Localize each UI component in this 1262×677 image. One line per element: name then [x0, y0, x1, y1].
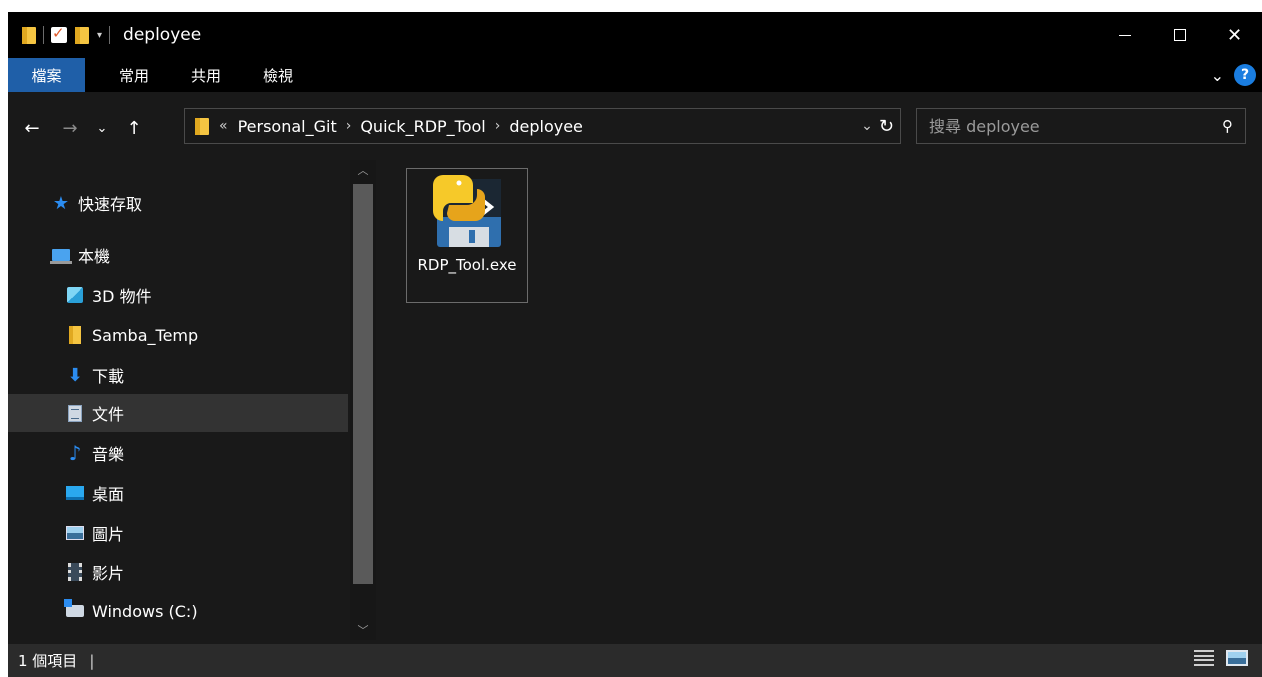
sidebar-item-music[interactable]: ♪ 音樂 — [8, 434, 348, 472]
folder-icon — [66, 326, 84, 344]
sidebar-item-label: 音樂 — [92, 445, 125, 464]
sidebar-item-documents[interactable]: 文件 — [8, 394, 348, 432]
videos-icon — [66, 563, 84, 581]
star-icon: ★ — [52, 192, 70, 214]
back-arrow-icon[interactable]: ← — [20, 118, 44, 139]
sidebar-item-label: 桌面 — [92, 485, 125, 504]
toolbar-divider — [109, 26, 111, 44]
search-icon[interactable]: ⚲ — [1222, 117, 1233, 135]
file-name: RDP_Tool.exe — [417, 256, 517, 274]
title-bar: ▾ deployee ✕ — [8, 12, 1262, 58]
new-folder-icon[interactable] — [75, 26, 89, 44]
sidebar-item-label: 3D 物件 — [92, 287, 152, 306]
breadcrumb-separator-icon[interactable]: › — [495, 118, 501, 134]
python-exe-icon — [433, 175, 501, 247]
breadcrumb-deployee[interactable]: deployee — [509, 117, 583, 136]
sidebar-item-downloads[interactable]: ⬇ 下載 — [8, 356, 348, 394]
refresh-icon[interactable]: ↻ — [879, 116, 894, 137]
search-input[interactable] — [929, 116, 1189, 136]
forward-arrow-icon[interactable]: → — [58, 118, 82, 139]
close-button[interactable]: ✕ — [1207, 12, 1262, 58]
maximize-button[interactable] — [1152, 12, 1207, 58]
address-history-chevron-icon[interactable]: ⌄ — [861, 118, 873, 134]
address-row: ← → ⌄ ↑ « Personal_Git › Quick_RDP_Tool … — [8, 108, 1262, 148]
sidebar-item-label: 影片 — [92, 564, 125, 583]
tab-share[interactable]: 共用 — [179, 58, 233, 92]
close-icon: ✕ — [1226, 24, 1243, 46]
download-icon: ⬇ — [67, 364, 83, 386]
tab-file[interactable]: 檔案 — [8, 58, 85, 92]
tab-view[interactable]: 檢視 — [251, 58, 305, 92]
minimize-button[interactable] — [1097, 12, 1152, 58]
search-box[interactable]: ⚲ — [916, 108, 1246, 144]
quick-access-toolbar: ▾ deployee — [8, 12, 201, 58]
address-actions: ⌄ ↻ — [861, 109, 894, 143]
breadcrumb-separator-icon[interactable]: › — [346, 118, 352, 134]
document-icon — [66, 404, 84, 422]
sidebar-item-pictures[interactable]: 圖片 — [8, 514, 348, 552]
sidebar-item-desktop[interactable]: 桌面 — [8, 474, 348, 512]
expand-ribbon-chevron-icon[interactable]: ⌄ — [1211, 66, 1224, 85]
folder-icon[interactable] — [22, 26, 36, 44]
address-bar[interactable]: « Personal_Git › Quick_RDP_Tool › deploy… — [184, 108, 901, 144]
customize-toolbar-dropdown-icon[interactable]: ▾ — [97, 30, 102, 41]
sidebar-item-this-pc[interactable]: 本機 — [8, 236, 348, 274]
window-title: deployee — [123, 25, 202, 45]
scroll-up-icon[interactable]: ︿ — [350, 162, 376, 178]
tab-home[interactable]: 常用 — [107, 58, 161, 92]
sidebar-item-label: 圖片 — [92, 525, 125, 544]
breadcrumb-quick-rdp-tool[interactable]: Quick_RDP_Tool — [360, 117, 485, 136]
window-controls: ✕ — [1097, 12, 1262, 58]
help-icon[interactable]: ? — [1234, 64, 1256, 86]
file-list-view: RDP_Tool.exe — [380, 160, 1262, 640]
status-separator: | — [89, 651, 95, 670]
explorer-window: ▾ deployee ✕ 檔案 常用 共用 檢視 ⌄ ? ← → ⌄ ↑ « P… — [8, 12, 1262, 677]
navigation-pane: ★ 快速存取 本機 3D 物件 Samba_Temp ⬇ 下載 文件 ♪ 音樂 — [8, 160, 348, 640]
pc-icon — [50, 246, 72, 264]
up-arrow-icon[interactable]: ↑ — [122, 118, 146, 139]
sidebar-item-label: Windows (C:) — [92, 601, 198, 621]
ribbon-tabs: 檔案 常用 共用 檢視 ⌄ ? — [8, 58, 1262, 92]
properties-icon[interactable] — [51, 24, 67, 43]
sidebar-item-label: 快速存取 — [78, 195, 143, 214]
desktop-icon — [66, 484, 84, 502]
maximize-icon — [1173, 29, 1186, 41]
cube-icon — [66, 286, 84, 304]
scrollbar-thumb[interactable] — [353, 184, 373, 584]
ribbon-right: ⌄ ? — [1211, 58, 1256, 92]
minimize-icon — [1118, 34, 1131, 36]
details-view-icon[interactable] — [1194, 650, 1214, 666]
sidebar-item-label: 文件 — [92, 405, 125, 424]
sidebar-item-samba-temp[interactable]: Samba_Temp — [8, 316, 348, 354]
drive-icon — [64, 599, 84, 620]
pictures-icon — [66, 524, 84, 542]
item-count: 1 個項目 — [18, 652, 78, 670]
recent-locations-chevron-icon[interactable]: ⌄ — [90, 121, 114, 136]
view-switcher — [1194, 650, 1248, 666]
status-bar: 1 個項目 | — [8, 644, 1262, 677]
breadcrumb-personal-git[interactable]: Personal_Git — [238, 117, 337, 136]
toolbar-divider — [43, 26, 44, 44]
large-icons-view-icon[interactable] — [1226, 650, 1248, 666]
sidebar-item-quick-access[interactable]: ★ 快速存取 — [8, 184, 348, 222]
sidebar-item-label: 下載 — [92, 367, 125, 386]
scroll-down-icon[interactable]: ﹀ — [350, 622, 376, 638]
breadcrumb-overflow[interactable]: « — [219, 118, 228, 134]
sidebar-item-label: 本機 — [78, 247, 111, 266]
navigation-scrollbar[interactable]: ︿ ﹀ — [350, 160, 376, 640]
sidebar-item-windows-c[interactable]: Windows (C:) — [8, 592, 348, 630]
sidebar-item-label: Samba_Temp — [92, 325, 199, 345]
sidebar-item-videos[interactable]: 影片 — [8, 553, 348, 591]
sidebar-item-3d-objects[interactable]: 3D 物件 — [8, 276, 348, 314]
music-icon: ♪ — [68, 441, 82, 465]
folder-icon — [195, 117, 209, 135]
file-item[interactable]: RDP_Tool.exe — [406, 168, 528, 303]
